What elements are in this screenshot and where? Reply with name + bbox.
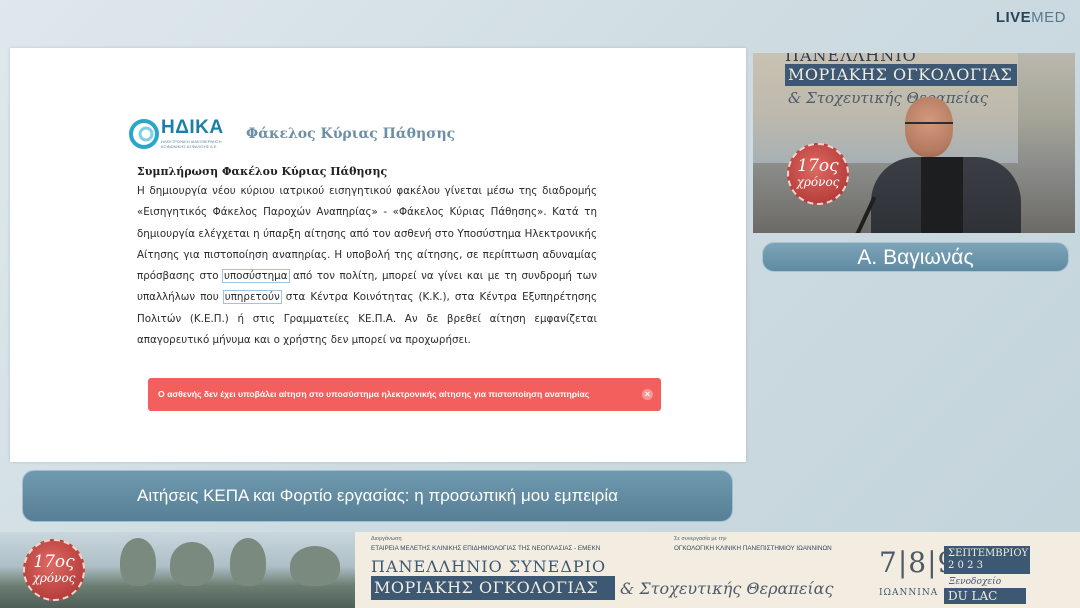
- speaker-shirt: [921, 157, 963, 233]
- highlight-subsystem: υποσύστημα: [221, 269, 290, 284]
- highlight-serve: υπηρετούν: [222, 290, 282, 305]
- cooperation-label: Σε συνεργασία με την: [674, 536, 727, 542]
- hotel-name: DU LAC: [944, 588, 1026, 604]
- slide-body-text: Η δημιουργία νέου κύριου ιατρικού εισηγη…: [137, 185, 597, 347]
- section-heading: Συμπλήρωση Φακέλου Κύριας Πάθησης: [137, 165, 388, 178]
- glasses-icon: [905, 122, 953, 132]
- idika-swirl-icon: [129, 119, 159, 149]
- conference-name-line2: ΜΟΡΙΑΚΗΣ ΟΓΚΟΛΟΓΙΑΣ: [371, 576, 615, 600]
- organizer-label: Διοργάνωση: [371, 536, 402, 542]
- cooperation-name: ΟΓΚΟΛΟΓΙΚΗ ΚΛΙΝΙΚΗ ΠΑΝΕΠΙΣΤΗΜΙΟΥ ΙΩΑΝΝΙΝ…: [674, 545, 832, 552]
- conference-footer: 17ος χρόνος Διοργάνωση ΕΤΑΙΡΕΙΑ ΜΕΛΕΤΗΣ …: [0, 532, 1080, 608]
- conference-name-line1: ΠΑΝΕΛΛΗΝΙΟ ΣΥΝΕΔΡΙΟ: [371, 557, 607, 576]
- alert-message: Ο ασθενής δεν έχει υποβάλει αίτηση στο υ…: [158, 389, 590, 399]
- conference-city: ΙΩΑΝΝΙΝΑ: [879, 588, 939, 598]
- speaker-video: ΠΑΝΕΛΛΗΝΙΟ ΣΥΝΕΔΡΙΟ ΜΟΡΙΑΚΗΣ ΟΓΚΟΛΟΓΙΑΣ …: [753, 53, 1075, 233]
- close-icon[interactable]: ×: [642, 389, 653, 400]
- hotel-label: Ξενοδοχείο: [949, 577, 1002, 587]
- conference-name-line3: & Στοχευτικής Θεραπείας: [620, 579, 834, 598]
- idika-logo: ΗΔΙΚΑ ΗΛΕΚΤΡΟΝΙΚΗ ΔΙΑΚΥΒΕΡΝΗΣΗ ΚΟΙΝΩΝΙΚΗ…: [129, 117, 235, 151]
- slide-title: Φάκελος Κύριας Πάθησης: [246, 126, 456, 142]
- organizer-name: ΕΤΑΙΡΕΙΑ ΜΕΛΕΤΗΣ ΚΛΙΝΙΚΗΣ ΕΠΙΔΗΜΙΟΛΟΓΙΑΣ…: [371, 545, 601, 552]
- livemed-logo: LIVEMED: [995, 9, 1066, 26]
- talk-title-bar: Αιτήσεις ΚΕΠΑ και Φορτίο εργασίας: η προ…: [22, 470, 733, 522]
- speaker-name-label: Α. Βαγιωνάς: [762, 242, 1069, 272]
- month-year-box: ΣΕΠΤΕΜΒΡΙΟΥ 2 0 2 3: [944, 546, 1030, 574]
- footer-anniversary-badge: 17ος χρόνος: [23, 539, 85, 601]
- error-alert: Ο ασθενής δεν έχει υποβάλει αίτηση στο υ…: [148, 378, 661, 411]
- anniversary-badge: 17ος χρόνος: [787, 143, 849, 205]
- slide-header: ΗΔΙΚΑ ΗΛΕΚΤΡΟΝΙΚΗ ΔΙΑΚΥΒΕΡΝΗΣΗ ΚΟΙΝΩΝΙΚΗ…: [129, 117, 549, 151]
- presentation-slide: ΗΔΙΚΑ ΗΛΕΚΤΡΟΝΙΚΗ ΔΙΑΚΥΒΕΡΝΗΣΗ ΚΟΙΝΩΝΙΚΗ…: [10, 48, 746, 462]
